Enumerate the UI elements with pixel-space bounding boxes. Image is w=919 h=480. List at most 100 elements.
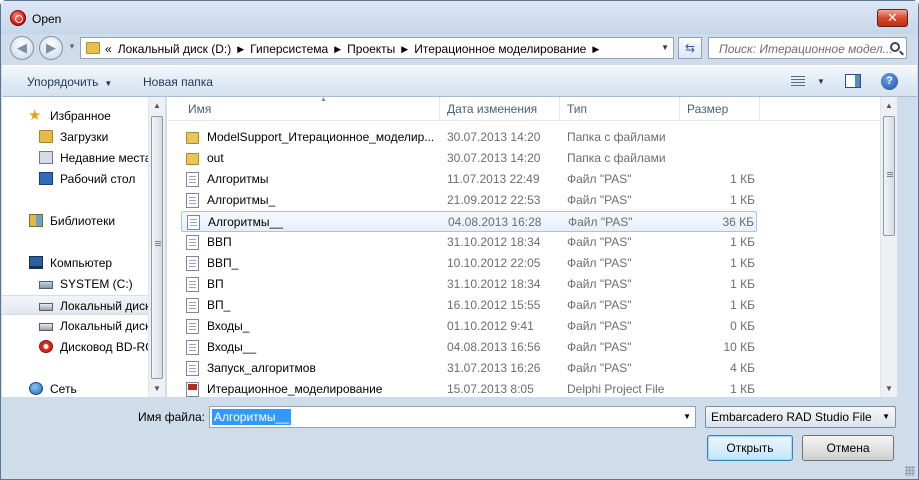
column-header-date[interactable]: Дата изменения <box>440 97 560 121</box>
nav-label: Локальный диск <box>60 319 149 333</box>
nav-label: Сеть <box>50 382 77 396</box>
breadcrumb-overflow-icon[interactable]: « <box>105 42 112 56</box>
forward-button[interactable]: ▶ <box>39 36 63 60</box>
file-date: 16.10.2012 15:55 <box>447 298 541 312</box>
address-bar[interactable]: « Локальный диск (D:) ▶ Гиперсистема ▶ П… <box>80 37 674 59</box>
nav-label: Избранное <box>50 109 111 123</box>
nav-recent-places[interactable]: Недавние места <box>2 148 149 168</box>
breadcrumb-item[interactable]: Гиперсистема <box>250 42 328 56</box>
file-row[interactable]: out 30.07.2013 14:20 Папка с файлами <box>181 148 757 169</box>
breadcrumb-item[interactable]: Проекты <box>347 42 395 56</box>
file-type: Delphi Project File <box>567 382 665 396</box>
grip-icon <box>887 172 893 177</box>
view-options-dropdown[interactable]: ▼ <box>817 77 825 86</box>
help-icon[interactable]: ? <box>881 73 898 90</box>
scroll-up-icon[interactable]: ▲ <box>881 97 897 114</box>
file-type-select[interactable]: Embarcadero RAD Studio File (* ▼ <box>705 406 896 428</box>
cancel-button[interactable]: Отмена <box>802 435 894 461</box>
filename-input[interactable]: Алгоритмы__ ▼ <box>209 406 696 428</box>
file-name: Запуск_алгоритмов <box>207 361 316 375</box>
view-details-icon[interactable] <box>791 76 805 88</box>
file-date: 31.10.2012 18:34 <box>447 277 541 291</box>
recent-pages-dropdown[interactable]: ▼ <box>68 42 76 51</box>
file-row[interactable]: ModelSupport_Итерационное_моделир... 30.0… <box>181 127 757 148</box>
file-type: Файл "PAS" <box>567 235 632 249</box>
file-row[interactable]: Итерационное_моделирование 15.07.2013 8:0… <box>181 379 757 400</box>
chevron-right-icon[interactable]: ▶ <box>401 44 408 56</box>
app-icon <box>10 10 26 26</box>
chevron-right-icon[interactable]: ▶ <box>237 44 244 56</box>
chevron-right-icon[interactable]: ▶ <box>334 44 341 56</box>
scroll-down-icon[interactable]: ▼ <box>881 380 897 397</box>
resize-grip-icon[interactable] <box>905 466 915 476</box>
column-header-name[interactable]: Имя ▲ <box>181 96 440 121</box>
scroll-up-icon[interactable]: ▲ <box>149 97 165 114</box>
file-list-scrollbar[interactable]: ▲ ▼ <box>880 97 897 397</box>
file-type: Файл "PAS" <box>567 340 632 354</box>
computer-icon <box>29 256 43 269</box>
title-bar: Open ✕ <box>1 1 918 34</box>
address-dropdown-icon[interactable]: ▼ <box>661 43 669 52</box>
nav-desktop[interactable]: Рабочий стол <box>2 169 149 189</box>
nav-label: Локальный диск <box>60 299 149 313</box>
nav-local-disk-d[interactable]: Локальный диск <box>2 295 149 315</box>
column-header-size[interactable]: Размер <box>680 97 760 121</box>
refresh-button[interactable]: ⇆ <box>678 37 702 59</box>
file-date: 04.08.2013 16:28 <box>448 215 542 229</box>
breadcrumb-item[interactable]: Локальный диск (D:) <box>118 42 232 56</box>
nav-local-disk[interactable]: Локальный диск <box>2 316 149 336</box>
file-row[interactable]: Алгоритмы__ 04.08.2013 16:28 Файл "PAS" 36 … <box>181 211 757 232</box>
file-name: Алгоритмы <box>207 172 269 186</box>
breadcrumb: « Локальный диск (D:) ▶ Гиперсистема ▶ П… <box>105 42 599 56</box>
close-button[interactable]: ✕ <box>877 9 908 27</box>
grip-icon <box>155 241 161 246</box>
organize-button[interactable]: Упорядочить ▼ <box>27 75 112 89</box>
file-row[interactable]: Входы__ 04.08.2013 16:56 Файл "PAS" 10 КБ <box>181 337 757 358</box>
nav-label: Рабочий стол <box>60 172 136 186</box>
open-button[interactable]: Открыть <box>707 435 793 461</box>
nav-downloads[interactable]: Загрузки <box>2 127 149 147</box>
libraries-icon <box>29 214 43 227</box>
filename-value[interactable]: Алгоритмы__ <box>212 409 291 425</box>
file-type-value: Embarcadero RAD Studio File (* <box>711 410 876 424</box>
search-icon[interactable] <box>890 42 900 52</box>
nav-label: Загрузки <box>60 130 109 144</box>
folder-icon <box>186 153 199 165</box>
refresh-icon: ⇆ <box>684 41 696 55</box>
filename-dropdown-icon[interactable]: ▼ <box>683 412 691 421</box>
search-input[interactable]: Поиск: Итерационное модел... <box>708 37 907 59</box>
file-type: Файл "PAS" <box>567 361 632 375</box>
file-row[interactable]: ВП_ 16.10.2012 15:55 Файл "PAS" 1 КБ <box>181 295 757 316</box>
nav-scrollbar[interactable]: ▲ ▼ <box>148 97 165 397</box>
drive-icon <box>39 323 53 331</box>
file-row[interactable]: ВВП_ 10.10.2012 22:05 Файл "PAS" 1 КБ <box>181 253 757 274</box>
scroll-down-icon[interactable]: ▼ <box>149 380 165 397</box>
file-row[interactable]: ВП 31.10.2012 18:34 Файл "PAS" 1 КБ <box>181 274 757 295</box>
file-row[interactable]: Запуск_алгоритмов 31.07.2013 16:26 Файл "P… <box>181 358 757 379</box>
scroll-thumb[interactable] <box>151 116 163 379</box>
nav-system-drive[interactable]: SYSTEM (C:) <box>2 274 149 294</box>
file-size: 10 КБ <box>723 340 755 354</box>
file-row[interactable]: ВВП 31.10.2012 18:34 Файл "PAS" 1 КБ <box>181 232 757 253</box>
pas-file-icon <box>186 340 199 355</box>
file-type: Файл "PAS" <box>567 172 632 186</box>
nav-computer[interactable]: Компьютер <box>2 253 149 273</box>
folder-icon <box>186 132 199 144</box>
sort-ascending-icon: ▲ <box>320 96 327 103</box>
column-header-type[interactable]: Тип <box>560 97 680 121</box>
preview-pane-icon[interactable] <box>845 74 861 88</box>
nav-label: SYSTEM (C:) <box>60 277 133 291</box>
chevron-right-icon[interactable]: ▶ <box>592 44 599 56</box>
breadcrumb-item[interactable]: Итерационное моделирование <box>414 42 586 56</box>
nav-favorites[interactable]: ★ Избранное <box>2 106 149 126</box>
back-button[interactable]: ◀ <box>10 36 34 60</box>
nav-libraries[interactable]: Библиотеки <box>2 211 149 231</box>
file-row[interactable]: Входы_ 01.10.2012 9:41 Файл "PAS" 0 КБ <box>181 316 757 337</box>
file-row[interactable]: Алгоритмы 11.07.2013 22:49 Файл "PAS" 1 КБ <box>181 169 757 190</box>
scroll-thumb[interactable] <box>883 116 895 236</box>
nav-network[interactable]: Сеть <box>2 379 149 399</box>
organize-label: Упорядочить <box>27 75 99 89</box>
new-folder-button[interactable]: Новая папка <box>143 75 213 89</box>
file-row[interactable]: Алгоритмы_ 21.09.2012 22:53 Файл "PAS" 1 КБ <box>181 190 757 211</box>
nav-bd-drive[interactable]: Дисковод BD-RO <box>2 337 149 357</box>
